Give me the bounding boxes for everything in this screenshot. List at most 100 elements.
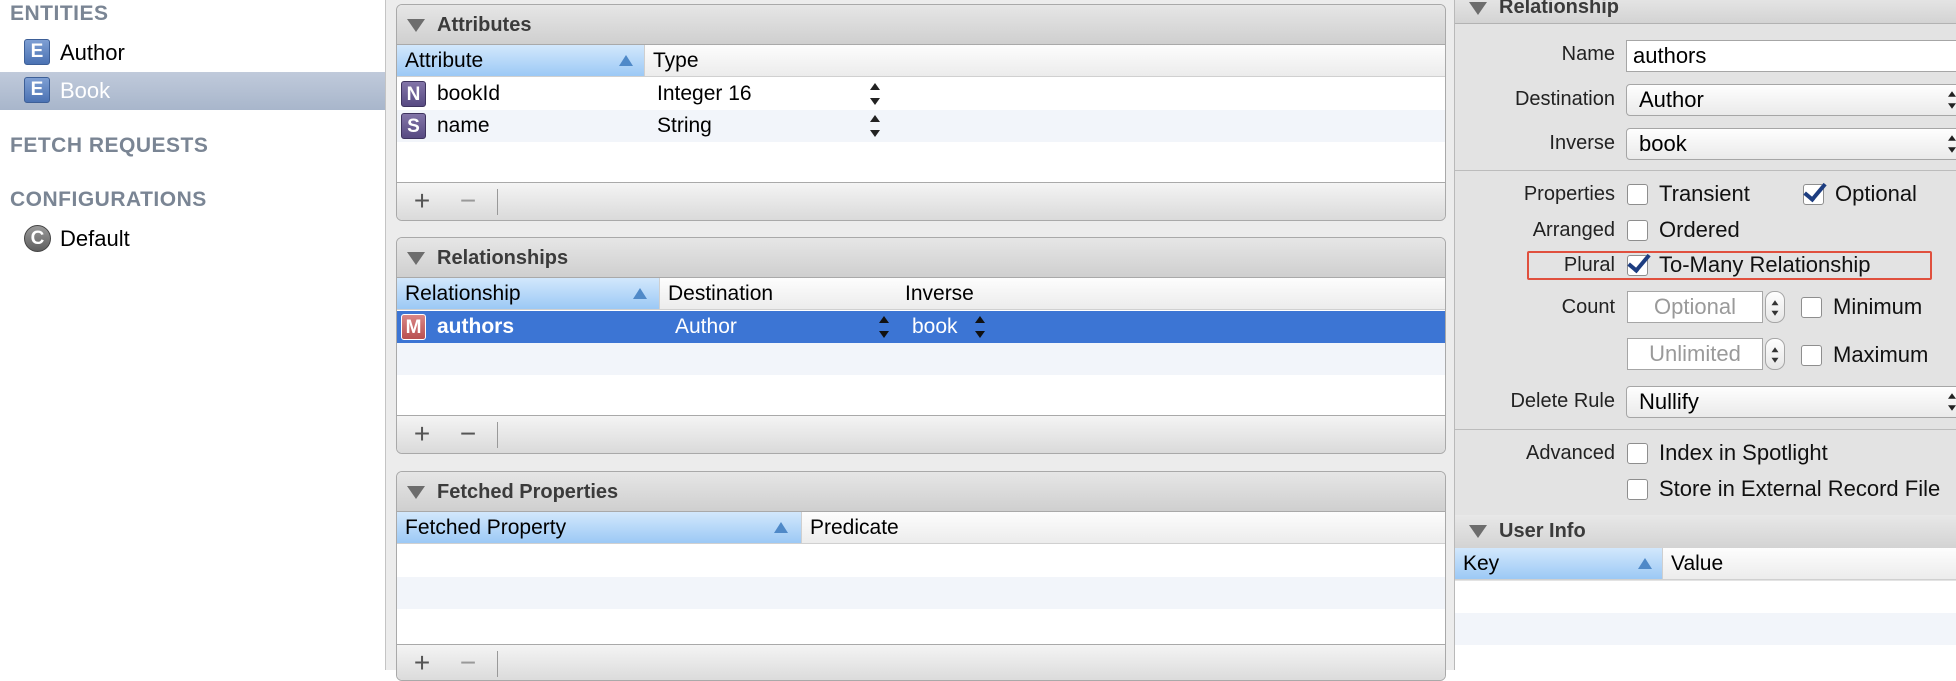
type-popup-arrows-icon[interactable] (870, 83, 880, 105)
relationship-inverse[interactable]: book (912, 311, 958, 343)
column-destination[interactable]: Destination (660, 278, 897, 309)
stepper-arrows-icon (1771, 347, 1779, 363)
destination-popup-arrows-icon[interactable] (879, 316, 889, 338)
store-external-checkbox[interactable] (1627, 479, 1648, 500)
disclosure-triangle-icon[interactable] (407, 252, 425, 265)
count-minimum-field[interactable]: Optional (1627, 291, 1763, 323)
column-inverse[interactable]: Inverse (897, 278, 1197, 309)
disclosure-triangle-icon[interactable] (1469, 525, 1487, 538)
ordered-checkbox[interactable] (1627, 220, 1648, 241)
table-row (397, 343, 1445, 375)
disclosure-triangle-icon[interactable] (407, 19, 425, 32)
panel-title: Fetched Properties (437, 481, 619, 503)
table-row[interactable]: N bookId Integer 16 (397, 78, 1445, 110)
relationship-name[interactable]: authors (437, 311, 514, 343)
name-label: Name (1561, 43, 1615, 65)
relationships-panel: Relationships Relationship Destination I… (396, 237, 1446, 454)
optional-checkbox[interactable] (1803, 184, 1824, 205)
optional-label: Optional (1835, 181, 1917, 206)
inverse-popup-arrows-icon[interactable] (975, 316, 985, 338)
transient-label: Transient (1659, 181, 1750, 206)
user-info-header[interactable]: User Info (1455, 515, 1956, 549)
column-value[interactable]: Value (1663, 548, 1956, 579)
attribute-type-icon: N (401, 81, 426, 107)
type-popup-arrows-icon[interactable] (870, 115, 880, 137)
advanced-label: Advanced (1526, 442, 1615, 464)
attribute-type[interactable]: String (657, 110, 712, 142)
relationships-footer: + − (397, 415, 1445, 453)
transient-checkbox[interactable] (1627, 184, 1648, 205)
popup-arrows-icon (1948, 91, 1956, 109)
attribute-name[interactable]: bookId (437, 78, 500, 110)
add-fetched-property-button[interactable]: + (407, 647, 437, 679)
table-row[interactable]: S name String (397, 110, 1445, 142)
relationships-panel-header[interactable]: Relationships (397, 238, 1445, 278)
remove-fetched-property-button[interactable]: − (453, 647, 483, 679)
table-row (1455, 613, 1956, 645)
data-model-inspector: Relationship Name authors Destination Au… (1454, 0, 1956, 670)
attributes-panel-header[interactable]: Attributes (397, 5, 1445, 45)
index-in-spotlight-checkbox[interactable] (1627, 443, 1648, 464)
entity-icon: E (24, 77, 50, 103)
split-divider[interactable] (386, 0, 394, 670)
entity-item-book[interactable]: E Book (0, 72, 385, 110)
attribute-type-icon: S (401, 113, 426, 139)
minimum-label: Minimum (1833, 294, 1923, 319)
annotation-highlight-box (1527, 251, 1932, 280)
attributes-footer: + − (397, 182, 1445, 220)
entity-item-author[interactable]: E Author (0, 34, 385, 72)
fetched-properties-footer: + − (397, 644, 1445, 680)
minimum-checkbox[interactable] (1801, 297, 1822, 318)
attributes-column-header: Attribute Type (397, 45, 1445, 77)
index-in-spotlight-label: Index in Spotlight (1659, 440, 1828, 465)
delete-rule-value: Nullify (1639, 389, 1699, 414)
column-fetched-property[interactable]: Fetched Property (397, 512, 802, 543)
count-label: Count (1561, 296, 1615, 318)
remove-relationship-button[interactable]: − (453, 418, 483, 450)
table-row (397, 577, 1445, 609)
remove-attribute-button[interactable]: − (453, 185, 483, 217)
destination-popup[interactable]: Author (1626, 84, 1956, 116)
sort-ascending-icon (619, 55, 633, 66)
properties-label: Properties (1523, 183, 1615, 205)
footer-separator (497, 651, 498, 677)
fetched-properties-panel-header[interactable]: Fetched Properties (397, 472, 1445, 512)
attribute-type[interactable]: Integer 16 (657, 78, 752, 110)
footer-separator (497, 189, 498, 215)
add-relationship-button[interactable]: + (407, 418, 437, 450)
inverse-label: Inverse (1549, 132, 1615, 154)
popup-arrows-icon (1948, 393, 1956, 411)
table-row[interactable]: M authors Author book (397, 311, 1445, 343)
column-type[interactable]: Type (645, 45, 1045, 76)
entity-sidebar: ENTITIES E Author E Book FETCH REQUESTS … (0, 0, 386, 670)
maximum-checkbox[interactable] (1801, 345, 1822, 366)
count-minimum-stepper[interactable] (1765, 291, 1785, 323)
section-divider (1455, 429, 1956, 430)
disclosure-triangle-icon[interactable] (1469, 2, 1487, 15)
relationship-destination[interactable]: Author (675, 311, 737, 343)
attribute-name[interactable]: name (437, 110, 490, 142)
column-predicate[interactable]: Predicate (802, 512, 1202, 543)
sort-ascending-icon (1638, 558, 1652, 569)
inverse-popup[interactable]: book (1626, 128, 1956, 160)
add-attribute-button[interactable]: + (407, 185, 437, 217)
delete-rule-label: Delete Rule (1510, 390, 1615, 412)
attributes-panel: Attributes Attribute Type N bookId Integ… (396, 4, 1446, 221)
popup-arrows-icon (1948, 135, 1956, 153)
count-maximum-stepper[interactable] (1765, 338, 1785, 370)
column-attribute[interactable]: Attribute (397, 45, 645, 76)
column-key[interactable]: Key (1455, 548, 1663, 579)
footer-separator (497, 422, 498, 448)
fetched-properties-panel: Fetched Properties Fetched Property Pred… (396, 471, 1446, 681)
delete-rule-popup[interactable]: Nullify (1626, 386, 1956, 418)
relationship-inspector-header[interactable]: Relationship (1455, 0, 1956, 24)
entity-label: Author (60, 40, 125, 65)
count-maximum-field[interactable]: Unlimited (1627, 338, 1763, 370)
configuration-label: Default (60, 226, 130, 251)
relationship-name-field[interactable]: authors (1626, 40, 1956, 72)
disclosure-triangle-icon[interactable] (407, 486, 425, 499)
column-relationship[interactable]: Relationship (397, 278, 660, 309)
panel-title: Relationships (437, 247, 569, 269)
configuration-item-default[interactable]: C Default (0, 220, 385, 258)
store-external-label: Store in External Record File (1659, 476, 1941, 501)
